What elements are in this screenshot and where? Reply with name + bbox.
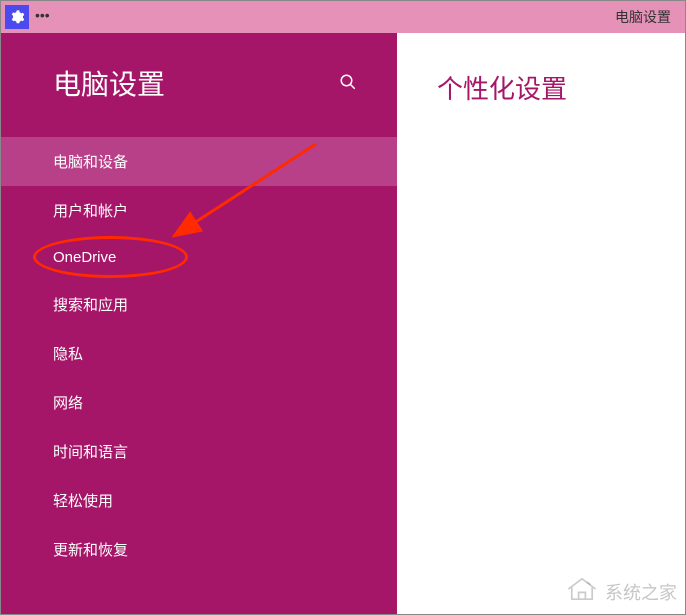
sidebar-item-label: 电脑和设备 [53, 154, 128, 171]
sidebar-item-update-recovery[interactable]: 更新和恢复 [1, 525, 397, 574]
sidebar-item-onedrive[interactable]: OneDrive [1, 235, 397, 280]
main-panel: 个性化设置 [397, 33, 685, 614]
sidebar-item-label: OneDrive [53, 249, 116, 266]
sidebar-title: 电脑设置 [53, 63, 165, 103]
sidebar: 电脑设置 电脑和设备 用户和帐户 OneDrive 搜索和应用 隐 [1, 33, 397, 614]
gear-icon [9, 9, 25, 25]
sidebar-header: 电脑设置 [1, 33, 397, 127]
sidebar-list: 电脑和设备 用户和帐户 OneDrive 搜索和应用 隐私 网络 时间和语言 轻… [1, 137, 397, 574]
main-title: 个性化设置 [437, 69, 645, 106]
sidebar-item-search-apps[interactable]: 搜索和应用 [1, 280, 397, 329]
sidebar-item-users-accounts[interactable]: 用户和帐户 [1, 186, 397, 235]
titlebar: ••• 电脑设置 [1, 1, 685, 33]
sidebar-item-privacy[interactable]: 隐私 [1, 329, 397, 378]
search-button[interactable] [339, 73, 359, 93]
sidebar-item-label: 轻松使用 [53, 493, 113, 510]
sidebar-item-time-language[interactable]: 时间和语言 [1, 427, 397, 476]
sidebar-item-ease-access[interactable]: 轻松使用 [1, 476, 397, 525]
sidebar-item-pc-devices[interactable]: 电脑和设备 [1, 137, 397, 186]
sidebar-item-label: 搜索和应用 [53, 297, 128, 314]
search-icon [339, 73, 357, 91]
settings-app-icon[interactable] [5, 5, 29, 29]
window-title: 电脑设置 [615, 7, 671, 27]
content-area: 电脑设置 电脑和设备 用户和帐户 OneDrive 搜索和应用 隐 [1, 33, 685, 614]
sidebar-item-label: 用户和帐户 [53, 203, 128, 220]
sidebar-item-label: 网络 [53, 395, 83, 412]
sidebar-item-label: 隐私 [53, 346, 83, 363]
sidebar-item-label: 时间和语言 [53, 444, 128, 461]
sidebar-item-network[interactable]: 网络 [1, 378, 397, 427]
titlebar-menu-dots[interactable]: ••• [35, 8, 50, 22]
sidebar-item-label: 更新和恢复 [53, 542, 128, 559]
